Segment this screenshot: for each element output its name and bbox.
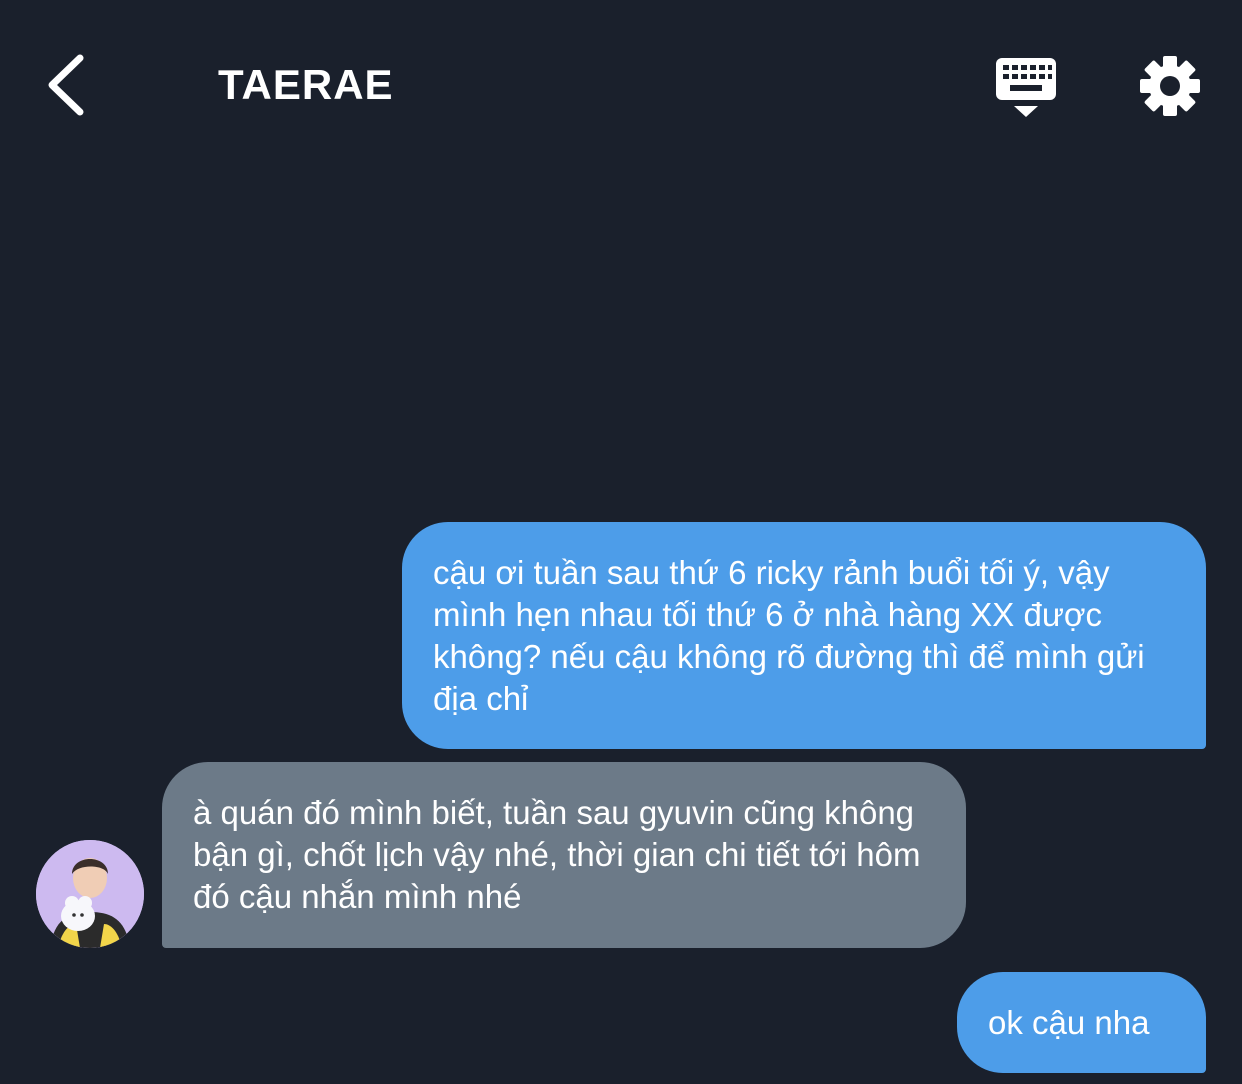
message-bubble-sent[interactable]: cậu ơi tuần sau thứ 6 ricky rảnh buổi tố… [402, 522, 1206, 749]
keyboard-button[interactable] [994, 56, 1058, 120]
message-bubble-received[interactable]: à quán đó mình biết, tuần sau gyuvin cũn… [162, 762, 966, 948]
avatar-image [36, 840, 144, 948]
chat-header: TAERAE [0, 0, 1242, 170]
settings-button[interactable] [1138, 54, 1202, 118]
keyboard-icon [996, 58, 1056, 117]
gear-icon [1140, 56, 1200, 116]
message-bubble-sent[interactable]: ok cậu nha [957, 972, 1206, 1073]
back-button[interactable] [40, 52, 96, 118]
chevron-left-icon [48, 54, 84, 116]
avatar[interactable] [36, 840, 144, 948]
chat-title: TAERAE [218, 61, 394, 108]
